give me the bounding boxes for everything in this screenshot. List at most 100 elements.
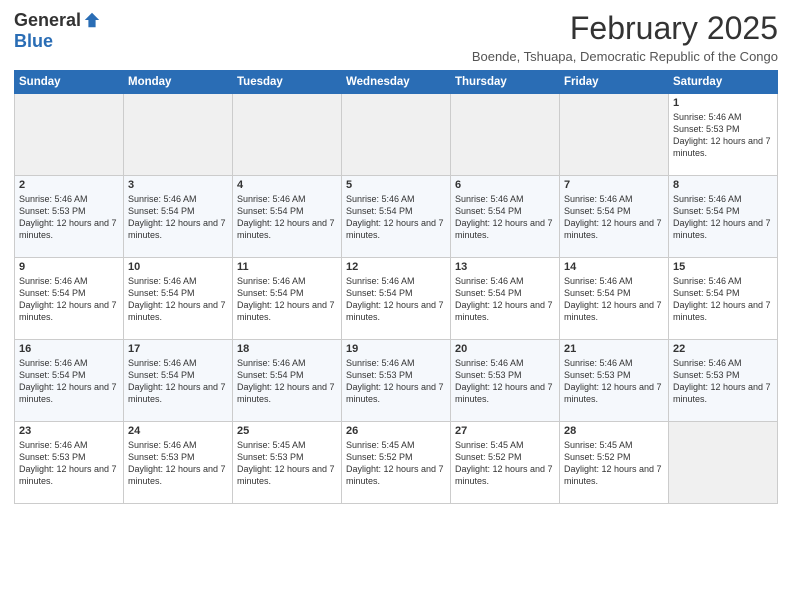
day-info: Sunrise: 5:46 AMSunset: 5:54 PMDaylight:… (19, 275, 119, 324)
day-number: 26 (346, 425, 446, 437)
day-info: Sunrise: 5:46 AMSunset: 5:53 PMDaylight:… (19, 193, 119, 242)
day-info: Sunrise: 5:46 AMSunset: 5:54 PMDaylight:… (128, 193, 228, 242)
day-info: Sunrise: 5:46 AMSunset: 5:54 PMDaylight:… (455, 275, 555, 324)
logo-blue-text: Blue (14, 31, 53, 52)
calendar-cell: 27Sunrise: 5:45 AMSunset: 5:52 PMDayligh… (451, 422, 560, 504)
calendar-cell: 20 Sunrise: 5:46 AMSunset: 5:53 PMDayligh… (451, 340, 560, 422)
day-number: 5 (346, 179, 446, 191)
calendar-cell: 12Sunrise: 5:46 AMSunset: 5:54 PMDayligh… (342, 258, 451, 340)
calendar-week-1: 1 Sunrise: 5:46 AMSunset: 5:53 PMDaylight… (15, 94, 778, 176)
calendar-cell: 11 Sunrise: 5:46 AMSunset: 5:54 PMDayligh… (233, 258, 342, 340)
calendar-cell: 18 Sunrise: 5:46 AMSunset: 5:54 PMDayligh… (233, 340, 342, 422)
day-info: Sunrise: 5:46 AMSunset: 5:53 PMDaylight:… (564, 357, 664, 406)
weekday-header-friday: Friday (560, 71, 669, 94)
day-number: 3 (128, 179, 228, 191)
day-info: Sunrise: 5:46 AMSunset: 5:54 PMDaylight:… (673, 193, 773, 242)
weekday-header-sunday: Sunday (15, 71, 124, 94)
day-number: 18 (237, 343, 337, 355)
day-info: Sunrise: 5:46 AMSunset: 5:53 PMDaylight:… (673, 111, 773, 160)
day-info: Sunrise: 5:45 AMSunset: 5:53 PMDaylight:… (237, 439, 337, 488)
day-number: 28 (564, 425, 664, 437)
calendar-table: SundayMondayTuesdayWednesdayThursdayFrid… (14, 70, 778, 504)
calendar-cell (669, 422, 778, 504)
calendar-week-4: 16 Sunrise: 5:46 AMSunset: 5:54 PMDayligh… (15, 340, 778, 422)
day-info: Sunrise: 5:46 AMSunset: 5:54 PMDaylight:… (19, 357, 119, 406)
calendar-cell: 13Sunrise: 5:46 AMSunset: 5:54 PMDayligh… (451, 258, 560, 340)
day-number: 16 (19, 343, 119, 355)
calendar-cell: 28 Sunrise: 5:45 AMSunset: 5:52 PMDayligh… (560, 422, 669, 504)
logo-icon (83, 11, 101, 29)
day-info: Sunrise: 5:46 AMSunset: 5:53 PMDaylight:… (19, 439, 119, 488)
day-number: 4 (237, 179, 337, 191)
calendar-cell: 2 Sunrise: 5:46 AMSunset: 5:53 PMDaylight… (15, 176, 124, 258)
day-number: 11 (237, 261, 337, 273)
day-info: Sunrise: 5:46 AMSunset: 5:54 PMDaylight:… (455, 193, 555, 242)
calendar-cell: 8 Sunrise: 5:46 AMSunset: 5:54 PMDaylight… (669, 176, 778, 258)
calendar-cell: 9 Sunrise: 5:46 AMSunset: 5:54 PMDaylight… (15, 258, 124, 340)
calendar-week-3: 9 Sunrise: 5:46 AMSunset: 5:54 PMDaylight… (15, 258, 778, 340)
day-number: 14 (564, 261, 664, 273)
calendar-cell (451, 94, 560, 176)
day-info: Sunrise: 5:46 AMSunset: 5:54 PMDaylight:… (237, 357, 337, 406)
calendar-cell: 17 Sunrise: 5:46 AMSunset: 5:54 PMDayligh… (124, 340, 233, 422)
calendar-cell: 16 Sunrise: 5:46 AMSunset: 5:54 PMDayligh… (15, 340, 124, 422)
subtitle: Boende, Tshuapa, Democratic Republic of … (472, 49, 778, 64)
calendar-cell: 22Sunrise: 5:46 AMSunset: 5:53 PMDayligh… (669, 340, 778, 422)
calendar-cell: 5 Sunrise: 5:46 AMSunset: 5:54 PMDaylight… (342, 176, 451, 258)
calendar-cell: 21 Sunrise: 5:46 AMSunset: 5:53 PMDayligh… (560, 340, 669, 422)
weekday-header-wednesday: Wednesday (342, 71, 451, 94)
calendar-cell (124, 94, 233, 176)
day-info: Sunrise: 5:46 AMSunset: 5:53 PMDaylight:… (346, 357, 446, 406)
day-info: Sunrise: 5:45 AMSunset: 5:52 PMDaylight:… (455, 439, 555, 488)
calendar-week-5: 23 Sunrise: 5:46 AMSunset: 5:53 PMDayligh… (15, 422, 778, 504)
day-info: Sunrise: 5:46 AMSunset: 5:54 PMDaylight:… (673, 275, 773, 324)
day-info: Sunrise: 5:45 AMSunset: 5:52 PMDaylight:… (346, 439, 446, 488)
day-number: 17 (128, 343, 228, 355)
calendar-cell (233, 94, 342, 176)
day-number: 9 (19, 261, 119, 273)
day-info: Sunrise: 5:46 AMSunset: 5:53 PMDaylight:… (128, 439, 228, 488)
day-number: 25 (237, 425, 337, 437)
weekday-header-monday: Monday (124, 71, 233, 94)
calendar-cell (342, 94, 451, 176)
day-number: 24 (128, 425, 228, 437)
day-info: Sunrise: 5:46 AMSunset: 5:54 PMDaylight:… (128, 275, 228, 324)
calendar-cell: 14 Sunrise: 5:46 AMSunset: 5:54 PMDayligh… (560, 258, 669, 340)
day-info: Sunrise: 5:46 AMSunset: 5:53 PMDaylight:… (673, 357, 773, 406)
month-title: February 2025 (472, 10, 778, 47)
weekday-header-tuesday: Tuesday (233, 71, 342, 94)
calendar-cell: 15 Sunrise: 5:46 AMSunset: 5:54 PMDayligh… (669, 258, 778, 340)
calendar-cell (15, 94, 124, 176)
calendar-cell: 3 Sunrise: 5:46 AMSunset: 5:54 PMDaylight… (124, 176, 233, 258)
day-number: 15 (673, 261, 773, 273)
day-info: Sunrise: 5:46 AMSunset: 5:54 PMDaylight:… (564, 275, 664, 324)
day-info: Sunrise: 5:46 AMSunset: 5:54 PMDaylight:… (564, 193, 664, 242)
day-number: 21 (564, 343, 664, 355)
title-area: February 2025 Boende, Tshuapa, Democrati… (472, 10, 778, 64)
day-number: 2 (19, 179, 119, 191)
calendar-cell: 24 Sunrise: 5:46 AMSunset: 5:53 PMDayligh… (124, 422, 233, 504)
day-info: Sunrise: 5:46 AMSunset: 5:54 PMDaylight:… (346, 275, 446, 324)
day-number: 23 (19, 425, 119, 437)
day-number: 7 (564, 179, 664, 191)
day-info: Sunrise: 5:46 AMSunset: 5:54 PMDaylight:… (237, 193, 337, 242)
weekday-header-saturday: Saturday (669, 71, 778, 94)
day-info: Sunrise: 5:46 AMSunset: 5:54 PMDaylight:… (346, 193, 446, 242)
calendar-cell: 4 Sunrise: 5:46 AMSunset: 5:54 PMDaylight… (233, 176, 342, 258)
day-number: 19 (346, 343, 446, 355)
calendar-cell: 7 Sunrise: 5:46 AMSunset: 5:54 PMDaylight… (560, 176, 669, 258)
day-number: 8 (673, 179, 773, 191)
calendar-cell: 23 Sunrise: 5:46 AMSunset: 5:53 PMDayligh… (15, 422, 124, 504)
day-info: Sunrise: 5:45 AMSunset: 5:52 PMDaylight:… (564, 439, 664, 488)
day-info: Sunrise: 5:46 AMSunset: 5:54 PMDaylight:… (128, 357, 228, 406)
day-info: Sunrise: 5:46 AMSunset: 5:53 PMDaylight:… (455, 357, 555, 406)
weekday-header-thursday: Thursday (451, 71, 560, 94)
day-number: 20 (455, 343, 555, 355)
day-number: 6 (455, 179, 555, 191)
day-number: 1 (673, 97, 773, 109)
day-info: Sunrise: 5:46 AMSunset: 5:54 PMDaylight:… (237, 275, 337, 324)
logo-general-text: General (14, 10, 81, 31)
calendar-cell: 10Sunrise: 5:46 AMSunset: 5:54 PMDayligh… (124, 258, 233, 340)
page-header: General Blue February 2025 Boende, Tshua… (14, 10, 778, 64)
calendar-header-row: SundayMondayTuesdayWednesdayThursdayFrid… (15, 71, 778, 94)
